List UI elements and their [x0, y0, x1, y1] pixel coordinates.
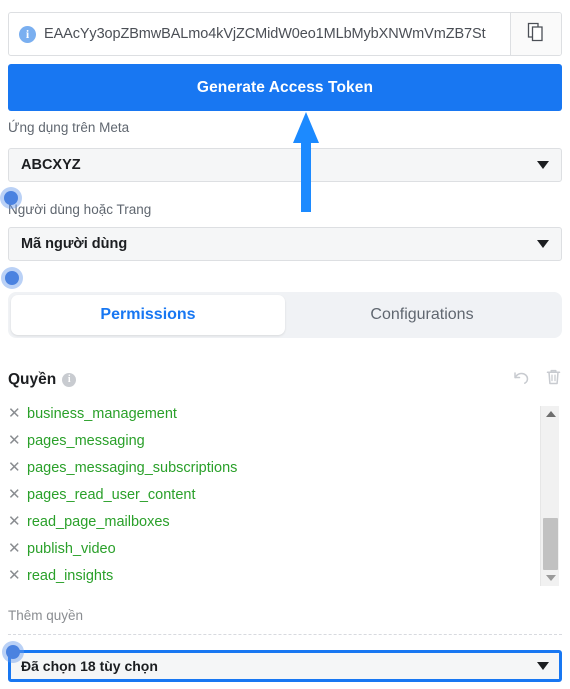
- copy-token-button[interactable]: [510, 13, 561, 55]
- access-token-row: i EAAcYy3opZBmwBALmo4kVjZCMidW0eo1MLbMyb…: [8, 12, 562, 56]
- permission-name: read_page_mailboxes: [27, 513, 170, 530]
- permission-row: ✕ read_insights: [8, 562, 538, 589]
- meta-app-label: Ứng dụng trên Meta: [8, 120, 130, 135]
- tab-permissions[interactable]: Permissions: [11, 295, 285, 335]
- annotation-dot: [1, 267, 23, 289]
- tab-bar: Permissions Configurations: [8, 292, 562, 338]
- undo-arrow-icon[interactable]: [512, 369, 531, 391]
- permission-name: business_management: [27, 405, 177, 422]
- generate-access-token-button[interactable]: Generate Access Token: [8, 64, 562, 111]
- trash-can-icon[interactable]: [545, 368, 562, 391]
- permissions-header: Quyền i: [8, 368, 562, 391]
- user-or-page-value: Mã người dùng: [21, 236, 128, 252]
- permissions-header-actions: [512, 368, 562, 391]
- permission-name: publish_video: [27, 540, 116, 557]
- permission-name: pages_messaging: [27, 432, 145, 449]
- access-token-value: EAAcYy3opZBmwBALmo4kVjZCMidW0eo1MLbMybXN…: [44, 26, 486, 42]
- close-x-icon[interactable]: ✕: [8, 568, 21, 583]
- chevron-down-icon: [537, 662, 549, 670]
- meta-app-value: ABCXYZ: [21, 157, 81, 173]
- permissions-scrollbar[interactable]: [540, 406, 559, 586]
- section-divider: [8, 634, 562, 635]
- copy-pages-icon: [526, 21, 546, 48]
- add-permission-value: Đã chọn 18 tùy chọn: [21, 658, 158, 674]
- triangle-up-icon: [545, 411, 556, 417]
- triangle-down-icon: [545, 575, 556, 581]
- chevron-down-icon: [537, 240, 549, 248]
- close-x-icon[interactable]: ✕: [8, 541, 21, 556]
- close-x-icon[interactable]: ✕: [8, 487, 21, 502]
- permission-row: ✕ pages_messaging: [8, 427, 538, 454]
- permission-row: ✕ publish_video: [8, 535, 538, 562]
- close-x-icon[interactable]: ✕: [8, 514, 21, 529]
- tab-configurations[interactable]: Configurations: [285, 295, 559, 335]
- user-or-page-select[interactable]: Mã người dùng: [8, 227, 562, 261]
- permissions-title: Quyền: [8, 370, 57, 388]
- add-permission-label: Thêm quyền: [8, 608, 84, 623]
- scroll-up-button[interactable]: [541, 406, 560, 422]
- permission-name: pages_read_user_content: [27, 486, 196, 503]
- close-x-icon[interactable]: ✕: [8, 460, 21, 475]
- permissions-list: ✕ business_management ✕ pages_messaging …: [8, 400, 538, 586]
- permission-row: ✕ pages_read_user_content: [8, 481, 538, 508]
- close-x-icon[interactable]: ✕: [8, 406, 21, 421]
- scrollbar-thumb[interactable]: [543, 518, 558, 570]
- close-x-icon[interactable]: ✕: [8, 433, 21, 448]
- access-token-field[interactable]: i EAAcYy3opZBmwBALmo4kVjZCMidW0eo1MLbMyb…: [9, 13, 510, 55]
- permission-name: read_insights: [27, 567, 114, 584]
- permission-name: pages_messaging_subscriptions: [27, 459, 238, 476]
- permission-row: ✕ business_management: [8, 400, 538, 427]
- meta-app-select[interactable]: ABCXYZ: [8, 148, 562, 182]
- add-permission-select[interactable]: Đã chọn 18 tùy chọn: [8, 650, 562, 682]
- user-or-page-label: Người dùng hoặc Trang: [8, 202, 152, 217]
- scroll-down-button[interactable]: [541, 570, 560, 586]
- info-circle-icon: i: [62, 372, 77, 387]
- access-token-panel: i EAAcYy3opZBmwBALmo4kVjZCMidW0eo1MLbMyb…: [0, 0, 570, 689]
- chevron-down-icon: [537, 161, 549, 169]
- permission-row: ✕ read_page_mailboxes: [8, 508, 538, 535]
- info-circle-icon: i: [19, 25, 36, 43]
- permission-row: ✕ pages_messaging_subscriptions: [8, 454, 538, 481]
